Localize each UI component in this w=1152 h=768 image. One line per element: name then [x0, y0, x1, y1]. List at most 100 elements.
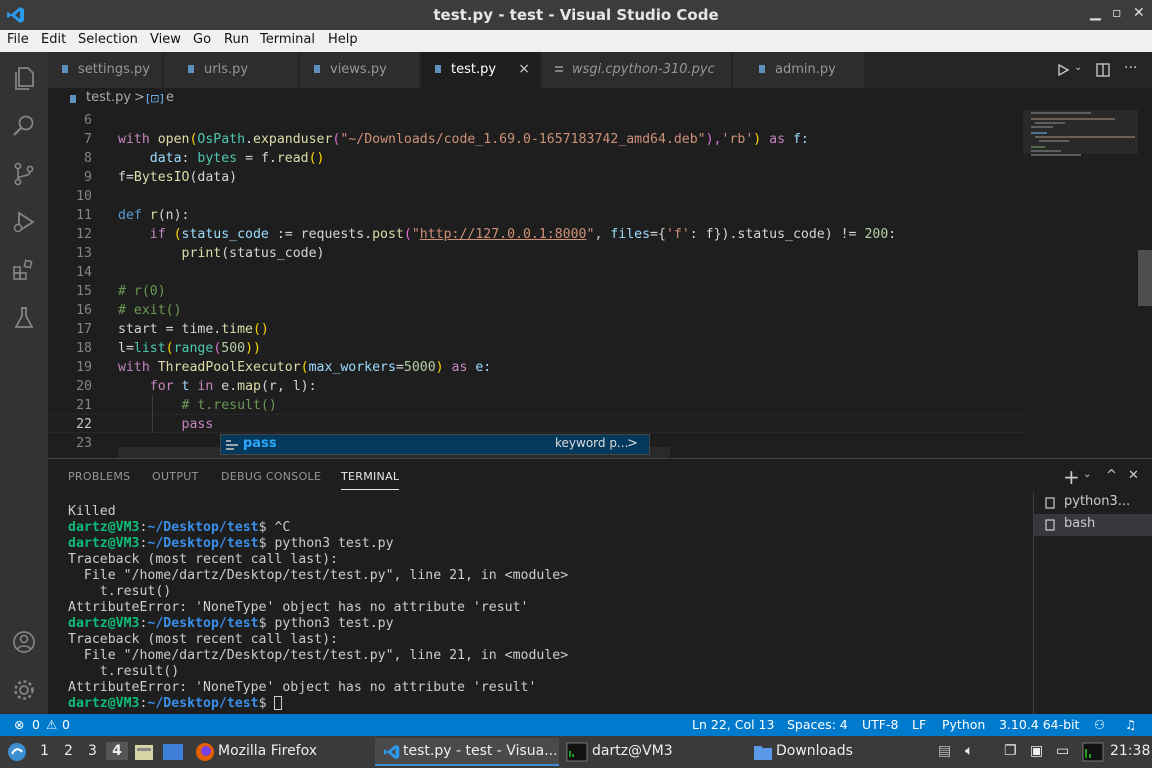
gear-icon[interactable]: [10, 676, 38, 704]
menu-view[interactable]: View: [150, 32, 181, 47]
warning-icon[interactable]: ⚠: [46, 717, 57, 732]
menu-edit[interactable]: Edit: [41, 32, 66, 47]
tab-admin-py[interactable]: admin.py: [733, 52, 865, 88]
tab-debug-console[interactable]: DEBUG CONSOLE: [221, 470, 321, 483]
start-menu-icon[interactable]: [6, 741, 28, 763]
run-file-icon[interactable]: [1057, 64, 1069, 76]
menu-run[interactable]: Run: [224, 32, 249, 47]
terminal-line: File "/home/dartz/Desktop/test/test.py",…: [68, 568, 569, 583]
tab-wsgi-pyc[interactable]: wsgi.cpython-310.pyc: [542, 52, 732, 88]
workspace-3[interactable]: 3: [88, 743, 97, 759]
clock[interactable]: 21:38: [1110, 743, 1150, 759]
menu-go[interactable]: Go: [193, 32, 211, 47]
breadcrumb: test.py > [⊡] e: [48, 88, 1152, 110]
taskbar-downloads[interactable]: Downloads: [776, 743, 853, 759]
terminal-line: Traceback (most recent call last):: [68, 552, 338, 567]
minimize-icon[interactable]: ▁: [1090, 5, 1101, 21]
close-tab-icon[interactable]: ×: [518, 61, 530, 77]
terminal-cursor: [274, 696, 283, 710]
close-window-icon[interactable]: ✕: [1133, 5, 1145, 21]
error-count[interactable]: 0: [32, 717, 40, 732]
binary-file-icon: [555, 66, 563, 72]
menu-file[interactable]: File: [7, 32, 29, 47]
line-number: 20: [76, 379, 92, 394]
terminal-line: dartz@VM3:~/Desktop/test$ python3 test.p…: [68, 616, 394, 631]
run-debug-icon[interactable]: [10, 208, 38, 236]
terminal-list-item[interactable]: python3...: [1034, 492, 1152, 514]
cursor-position[interactable]: Ln 22, Col 13: [692, 717, 774, 732]
account-icon[interactable]: [10, 628, 38, 656]
menu-terminal[interactable]: Terminal: [260, 32, 315, 47]
tab-terminal[interactable]: TERMINAL: [341, 470, 400, 490]
keyboard-layout-icon[interactable]: ▤: [938, 743, 951, 759]
error-icon[interactable]: ⊗: [14, 717, 24, 732]
chevron-down-icon[interactable]: ⌄: [1074, 62, 1082, 73]
indentation[interactable]: Spaces: 4: [787, 717, 848, 732]
end-of-line[interactable]: LF: [912, 717, 926, 732]
notifications-bell-icon[interactable]: ♫: [1125, 717, 1136, 732]
menu-bar: File Edit Selection View Go Run Terminal…: [0, 30, 1152, 52]
taskbar-firefox[interactable]: Mozilla Firefox: [218, 743, 317, 759]
show-desktop-icon[interactable]: [162, 743, 184, 761]
menu-help[interactable]: Help: [328, 32, 358, 47]
extensions-icon[interactable]: [10, 256, 38, 284]
file-manager-icon[interactable]: [134, 743, 154, 761]
feedback-icon[interactable]: ⚇: [1094, 717, 1105, 732]
tab-test-py[interactable]: test.py ×: [421, 52, 541, 88]
close-panel-icon[interactable]: ✕: [1128, 468, 1139, 483]
python-file-icon: [435, 65, 441, 73]
clipboard-icon[interactable]: ❐: [1004, 743, 1017, 759]
tab-urls-py[interactable]: urls.py: [164, 52, 299, 88]
breadcrumb-file[interactable]: test.py: [86, 90, 131, 105]
terminal-prompt[interactable]: dartz@VM3:~/Desktop/test$: [68, 696, 283, 711]
vertical-scrollbar[interactable]: [1138, 110, 1152, 458]
line-number: 23: [76, 436, 92, 451]
python-interpreter[interactable]: 3.10.4 64-bit: [999, 717, 1079, 732]
chevron-right-icon[interactable]: >: [627, 436, 638, 451]
code-editor[interactable]: 6 7 8 9 10 11 12 13 14 15 16 17 18 19 20…: [48, 110, 1023, 458]
warning-count[interactable]: 0: [62, 717, 70, 732]
workspace-2[interactable]: 2: [64, 743, 73, 759]
more-actions-icon[interactable]: ···: [1124, 60, 1137, 76]
tab-views-py[interactable]: views.py: [300, 52, 420, 88]
menu-selection[interactable]: Selection: [78, 32, 138, 47]
breadcrumb-symbol[interactable]: e: [166, 90, 174, 105]
status-bar: ⊗ 0 ⚠ 0 Ln 22, Col 13 Spaces: 4 UTF-8 LF…: [0, 714, 1152, 736]
python-file-icon: [62, 65, 68, 73]
terminal-line: dartz@VM3:~/Desktop/test$ python3 test.p…: [68, 536, 394, 551]
line-number: 11: [76, 208, 92, 223]
suggestion-label: pass: [243, 436, 277, 451]
network-icon[interactable]: ▭: [1056, 743, 1069, 759]
scrollbar-thumb[interactable]: [1138, 250, 1152, 306]
language-mode[interactable]: Python: [942, 717, 985, 732]
autocomplete-suggestion[interactable]: pass keyword p... >: [220, 434, 650, 455]
chevron-down-icon[interactable]: ⌄: [1083, 469, 1091, 480]
taskbar-vscode-active[interactable]: test.py - test - Visua...: [375, 738, 559, 766]
line-number-current: 22: [76, 417, 92, 432]
workspace-4-active[interactable]: 4: [106, 742, 128, 760]
code-line: with open(OsPath.expanduser("~/Downloads…: [118, 132, 809, 147]
code-line: for t in e.map(r, l):: [118, 379, 317, 394]
symbol-variable-icon: [⊡]: [146, 92, 164, 105]
new-terminal-icon[interactable]: +: [1063, 465, 1080, 489]
maximize-icon[interactable]: ▫: [1112, 5, 1122, 21]
encoding[interactable]: UTF-8: [862, 717, 898, 732]
workspace-1[interactable]: 1: [40, 743, 49, 759]
code-line: # r(0): [118, 284, 166, 299]
testing-flask-icon[interactable]: [10, 304, 38, 332]
line-number: 21: [76, 398, 92, 413]
explorer-icon[interactable]: [10, 64, 38, 92]
search-icon[interactable]: [10, 112, 38, 140]
volume-icon[interactable]: 🔈︎: [965, 743, 973, 759]
source-control-icon[interactable]: [10, 160, 38, 188]
terminal-list-item-active[interactable]: bash: [1034, 514, 1152, 536]
minimap[interactable]: [1023, 110, 1138, 458]
tab-problems[interactable]: PROBLEMS: [68, 470, 130, 483]
split-editor-icon[interactable]: [1096, 63, 1110, 77]
maximize-panel-icon[interactable]: ^: [1106, 468, 1117, 483]
tab-output[interactable]: OUTPUT: [152, 470, 199, 483]
line-number: 12: [76, 227, 92, 242]
screen-icon[interactable]: ▣: [1030, 743, 1043, 759]
taskbar-terminal[interactable]: dartz@VM3: [592, 743, 673, 759]
tab-settings-py[interactable]: settings.py: [48, 52, 163, 88]
